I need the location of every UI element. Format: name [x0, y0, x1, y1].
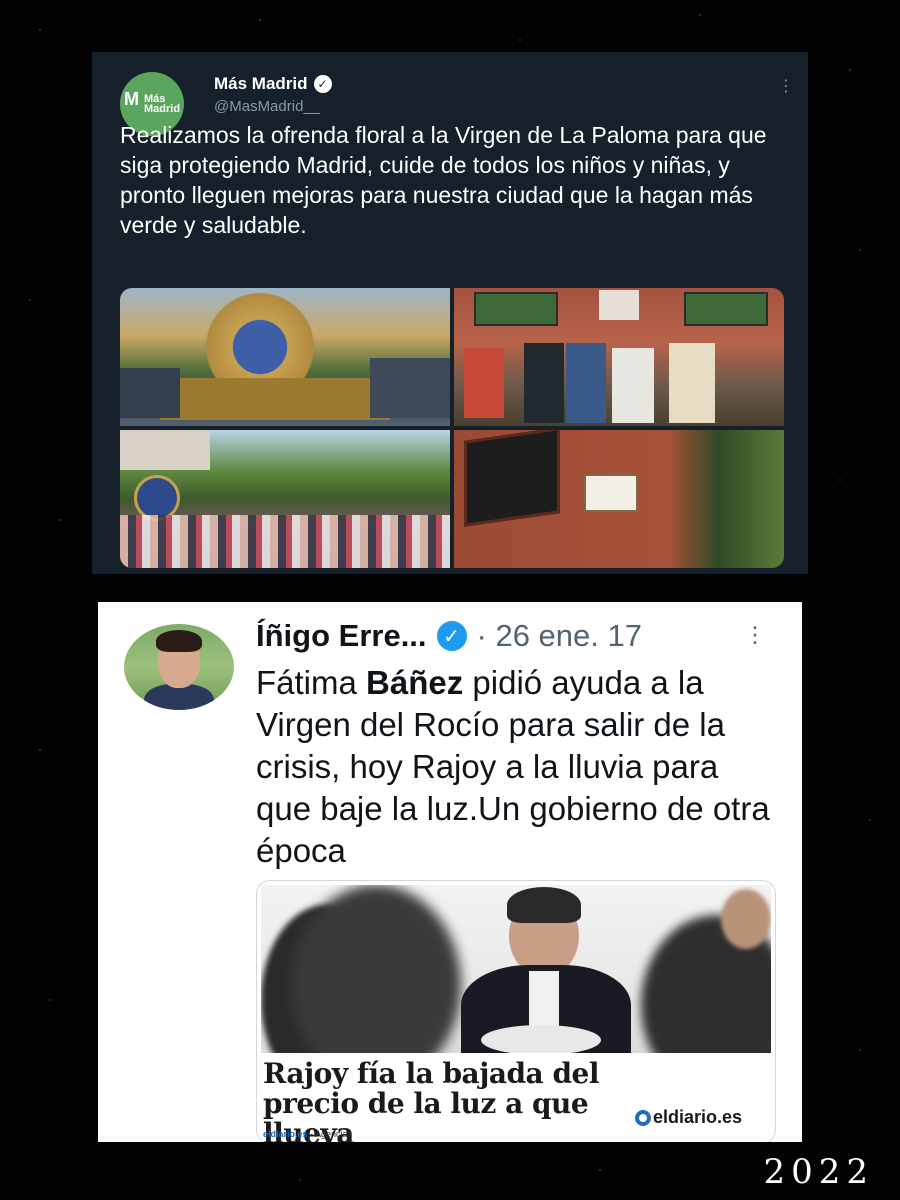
tweet-text: Fátima Báñez pidió ayuda a la Virgen del…	[256, 662, 776, 872]
photo-street-sign[interactable]	[454, 430, 784, 568]
author-name[interactable]: Íñigo Erre...	[256, 618, 427, 654]
inigo-errejon-tweet[interactable]: Íñigo Erre... ✓ · 26 ene. 17 ⋮ Fátima Bá…	[98, 602, 802, 1142]
logo-line-2: Madrid	[144, 103, 181, 115]
avatar-hair	[156, 630, 202, 652]
card-brand-text: eldiario.es	[653, 1107, 743, 1127]
author-name-row[interactable]: Más Madrid ✓	[214, 74, 332, 94]
photo-group[interactable]	[454, 288, 784, 426]
tweet-text-bold: Báñez	[366, 664, 464, 701]
tweet-text: Realizamos la ofrenda floral a la Virgen…	[120, 122, 767, 238]
year-caption: 2022	[763, 1152, 874, 1192]
card-brand-logo: eldiario.es	[635, 1107, 742, 1128]
card-source-site: eldiario.es	[263, 1129, 308, 1139]
author-name[interactable]: Más Madrid	[214, 74, 308, 94]
author-handle[interactable]: @MasMadrid__	[214, 98, 320, 115]
photo-grid	[120, 288, 784, 568]
tweet-text-part-1: Fátima	[256, 664, 367, 701]
card-source: eldiario.es - Agencias	[263, 1129, 352, 1139]
tweet-date[interactable]: · 26 ene. 17	[477, 618, 642, 654]
logo-letter: M	[123, 89, 139, 109]
mas-madrid-logo: M Más Madrid	[124, 90, 181, 115]
verified-badge-icon: ✓	[436, 621, 467, 651]
author-header: Íñigo Erre... ✓ · 26 ene. 17	[256, 618, 642, 654]
inigo-errejon-avatar[interactable]	[124, 624, 234, 710]
photo-altar[interactable]	[120, 288, 450, 426]
link-preview-card[interactable]: Rajoy fía la bajada del precio de la luz…	[256, 880, 776, 1142]
more-options-icon[interactable]: ⋮	[744, 622, 766, 648]
card-photo	[261, 885, 771, 1053]
mas-madrid-tweet[interactable]: M Más Madrid Más Madrid ✓ @MasMadrid__ ⋮…	[92, 52, 808, 574]
more-options-icon[interactable]: ⋮	[778, 76, 794, 96]
verified-badge-icon: ✓	[313, 75, 332, 93]
card-source-suffix: - Agencias	[307, 1129, 353, 1139]
photo-crowd[interactable]	[120, 430, 450, 568]
eldiario-logo-icon	[635, 1109, 651, 1126]
